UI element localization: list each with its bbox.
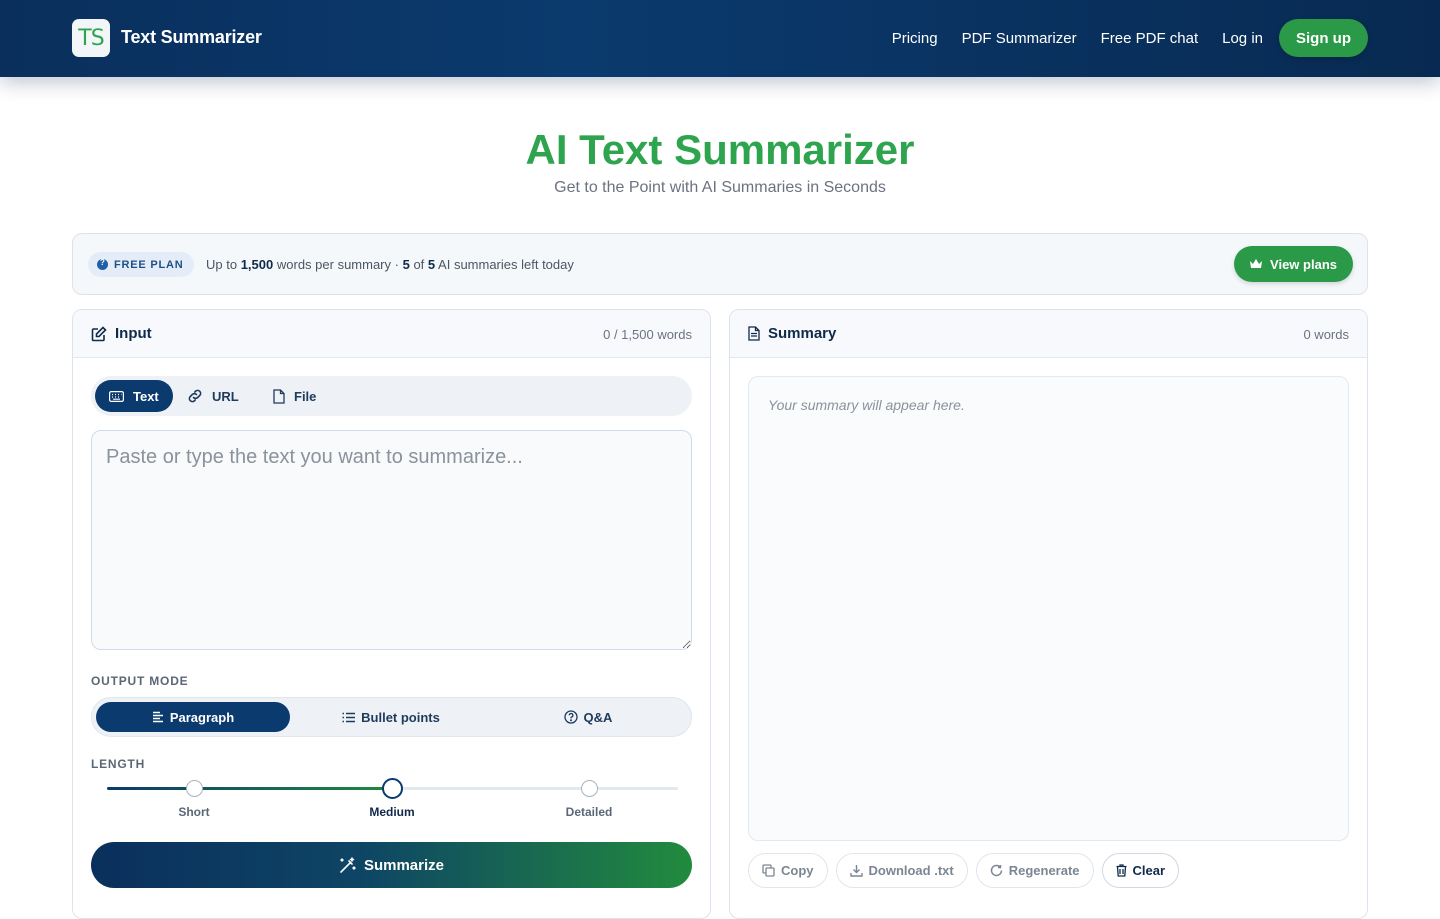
summary-panel: Summary 0 words Your summary will appear…: [729, 309, 1368, 919]
mode-bullet-points-label: Bullet points: [361, 709, 440, 725]
file-icon: [273, 388, 285, 404]
page-title: AI Text Summarizer: [525, 126, 915, 173]
length-medium-label: Medium: [369, 805, 415, 819]
magic-wand-icon: [340, 856, 356, 873]
clear-label: Clear: [1132, 863, 1166, 878]
plan-left-total: 5: [427, 257, 436, 272]
length-detailed-label: Detailed: [565, 805, 613, 819]
length-slider-fill: [107, 787, 393, 790]
plan-left-suffix: AI summaries left today: [438, 257, 574, 272]
crown-icon: [1250, 259, 1263, 268]
plan-limits-text: Up to 1,500 words per summary · 5 of 5 A…: [206, 257, 574, 272]
summary-panel-title: Summary: [768, 325, 837, 342]
output-mode-toggle: Paragraph Bullet points Q&A: [91, 697, 692, 737]
clear-button[interactable]: Clear: [1101, 853, 1180, 888]
mode-bullet-points[interactable]: Bullet points: [294, 702, 488, 732]
logo-icon[interactable]: TS: [72, 19, 110, 57]
sign-up-button[interactable]: Sign up: [1279, 19, 1368, 57]
tab-url-label: URL: [212, 388, 239, 404]
length-slider-thumb[interactable]: [382, 778, 403, 799]
length-stop-short[interactable]: [186, 780, 203, 797]
link-icon: [188, 389, 202, 403]
trash-icon: [1116, 864, 1127, 877]
regenerate-button[interactable]: Regenerate: [975, 853, 1094, 888]
list-icon: [342, 712, 356, 722]
mode-paragraph-label: Paragraph: [169, 709, 235, 725]
download-txt-label: Download .txt: [868, 863, 954, 878]
nav-free-pdf-chat[interactable]: Free PDF chat: [1101, 30, 1199, 47]
plan-per-summary: words per summary ·: [276, 257, 399, 272]
input-source-tabs: Text URL File: [91, 376, 692, 416]
tab-url[interactable]: URL: [187, 380, 259, 412]
nav-pricing[interactable]: Pricing: [892, 30, 938, 47]
tab-text[interactable]: Text: [95, 380, 173, 412]
plan-word-limit: 1,500: [240, 257, 274, 272]
copy-button[interactable]: Copy: [748, 853, 828, 888]
question-circle-icon: [563, 710, 578, 724]
text-input[interactable]: [91, 430, 692, 650]
copy-icon: [762, 864, 775, 877]
page-subtitle: Get to the Point with AI Summaries in Se…: [554, 179, 886, 196]
plan-prefix: Up to: [206, 257, 238, 272]
summary-panel-header: Summary 0 words: [730, 310, 1367, 358]
download-txt-button[interactable]: Download .txt: [835, 853, 968, 888]
nav-log-in[interactable]: Log in: [1222, 30, 1263, 47]
plan-badge-label: FREE PLAN: [114, 258, 184, 271]
help-circle-icon: [97, 258, 108, 270]
summarize-label: Summarize: [363, 856, 445, 874]
summarize-button[interactable]: Summarize: [91, 842, 692, 888]
download-icon: [849, 865, 863, 877]
summary-output[interactable]: Your summary will appear here.: [748, 376, 1349, 841]
plan-of: of: [413, 257, 425, 272]
summary-actions: Copy Download .txt Regenerate Clear: [748, 853, 1187, 888]
view-plans-button[interactable]: View plans: [1234, 246, 1353, 282]
plan-bar: FREE PLAN Up to 1,500 words per summary …: [72, 233, 1368, 295]
length-short-label: Short: [178, 805, 210, 819]
mode-qa[interactable]: Q&A: [491, 702, 685, 732]
tab-text-label: Text: [133, 388, 159, 404]
refresh-icon: [990, 864, 1002, 877]
length-label: LENGTH: [91, 757, 146, 771]
nav-links: Pricing PDF Summarizer Free PDF chat Log…: [892, 19, 1368, 57]
input-panel-title: Input: [115, 325, 152, 342]
mode-paragraph[interactable]: Paragraph: [96, 702, 290, 732]
top-navbar: TS Text Summarizer Pricing PDF Summarize…: [0, 0, 1440, 77]
plan-left-used: 5: [402, 257, 410, 272]
view-plans-label: View plans: [1270, 256, 1337, 272]
document-icon: [748, 326, 760, 341]
align-left-icon: [152, 711, 163, 723]
regenerate-label: Regenerate: [1008, 863, 1080, 878]
length-stop-detailed[interactable]: [581, 780, 598, 797]
tab-file[interactable]: File: [273, 380, 343, 412]
edit-icon: [91, 325, 107, 341]
summary-placeholder: Your summary will appear here.: [768, 397, 965, 413]
free-plan-badge: FREE PLAN: [88, 252, 194, 277]
mode-qa-label: Q&A: [583, 709, 613, 725]
output-mode-label: OUTPUT MODE: [91, 674, 189, 688]
nav-pdf-summarizer[interactable]: PDF Summarizer: [962, 30, 1077, 47]
brand-name[interactable]: Text Summarizer: [121, 27, 262, 48]
tab-file-label: File: [294, 388, 317, 404]
keyboard-icon: [109, 390, 124, 402]
input-panel-header: Input 0 / 1,500 words: [73, 310, 710, 358]
input-panel: Input 0 / 1,500 words Text URL File OUTP…: [72, 309, 711, 919]
input-word-count: 0 / 1,500 words: [603, 327, 692, 342]
copy-label: Copy: [781, 863, 814, 878]
summary-word-count: 0 words: [1303, 327, 1349, 342]
